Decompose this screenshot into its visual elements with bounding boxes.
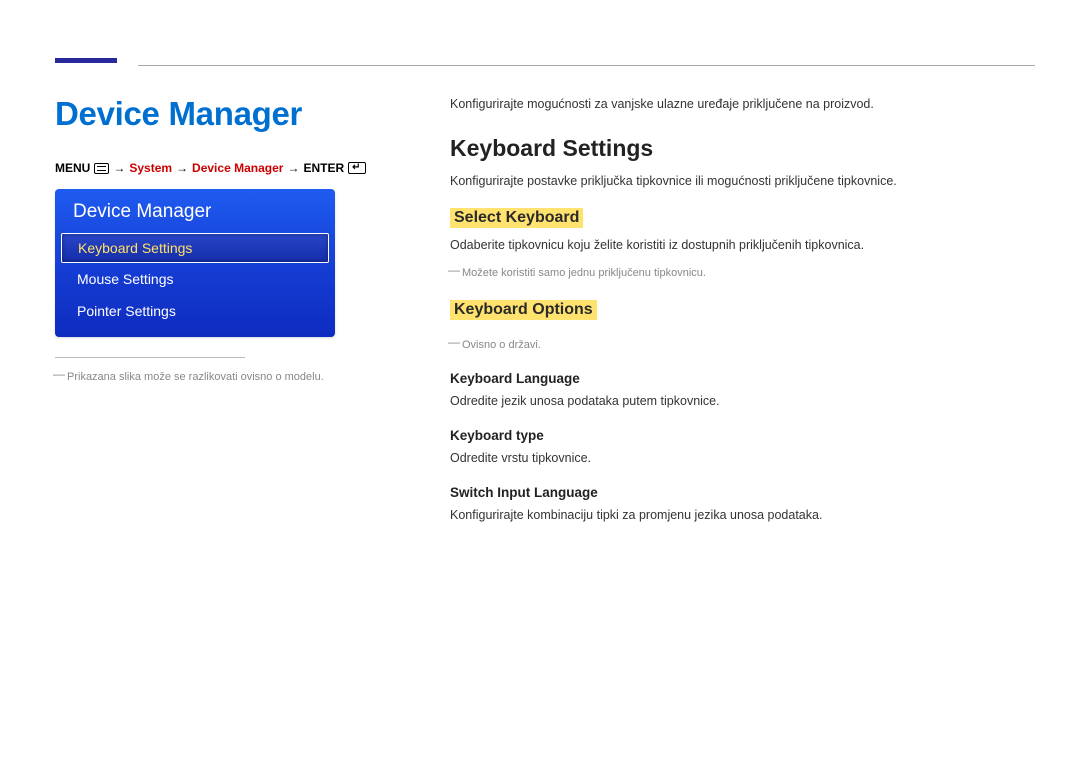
breadcrumb-enter-label: ENTER	[303, 161, 344, 175]
footnote-one-keyboard: Možete koristiti samo jednu priključenu …	[450, 266, 1035, 281]
heading-keyboard-type: Keyboard type	[450, 428, 1035, 443]
osd-item-label: Keyboard Settings	[78, 240, 192, 256]
breadcrumb-arrow: →	[113, 161, 125, 175]
footnote-country: Ovisno o državi.	[450, 338, 1035, 353]
osd-title: Device Manager	[55, 189, 335, 233]
page-title: Device Manager	[55, 95, 450, 133]
heading-keyboard-settings: Keyboard Settings	[450, 135, 1035, 162]
heading-select-keyboard: Select Keyboard	[450, 208, 583, 228]
osd-item-label: Mouse Settings	[77, 271, 174, 287]
heading-switch-input-language: Switch Input Language	[450, 485, 1035, 500]
left-divider	[55, 357, 245, 358]
left-column: Device Manager MENU → System → Device Ma…	[55, 95, 450, 525]
switch-input-language-desc: Konfigurirajte kombinaciju tipki za prom…	[450, 506, 1035, 524]
heading-keyboard-language: Keyboard Language	[450, 371, 1035, 386]
keyboard-settings-desc: Konfigurirajte postavke priključka tipko…	[450, 172, 1035, 190]
breadcrumb-devicemanager: Device Manager	[192, 161, 283, 175]
accent-bar	[55, 58, 117, 63]
breadcrumb-system: System	[129, 161, 172, 175]
osd-item-pointer-settings[interactable]: Pointer Settings	[55, 295, 335, 327]
intro-text: Konfigurirajte mogućnosti za vanjske ula…	[450, 95, 1035, 113]
breadcrumb-arrow: →	[176, 161, 188, 175]
right-column: Konfigurirajte mogućnosti za vanjske ula…	[450, 95, 1035, 525]
select-keyboard-desc: Odaberite tipkovnicu koju želite koristi…	[450, 236, 1035, 254]
keyboard-language-desc: Odredite jezik unosa podataka putem tipk…	[450, 392, 1035, 410]
osd-item-label: Pointer Settings	[77, 303, 176, 319]
breadcrumb-menu-label: MENU	[55, 161, 90, 175]
enter-icon	[348, 162, 366, 174]
osd-item-mouse-settings[interactable]: Mouse Settings	[55, 263, 335, 295]
top-divider	[138, 65, 1035, 66]
osd-item-keyboard-settings[interactable]: Keyboard Settings	[61, 233, 329, 263]
footnote-model: Prikazana slika može se razlikovati ovis…	[55, 370, 450, 385]
heading-keyboard-options: Keyboard Options	[450, 300, 597, 320]
menu-icon	[94, 163, 109, 174]
breadcrumb: MENU → System → Device Manager → ENTER	[55, 161, 450, 175]
keyboard-type-desc: Odredite vrstu tipkovnice.	[450, 449, 1035, 467]
breadcrumb-arrow: →	[287, 161, 299, 175]
osd-panel: Device Manager Keyboard Settings Mouse S…	[55, 189, 335, 337]
